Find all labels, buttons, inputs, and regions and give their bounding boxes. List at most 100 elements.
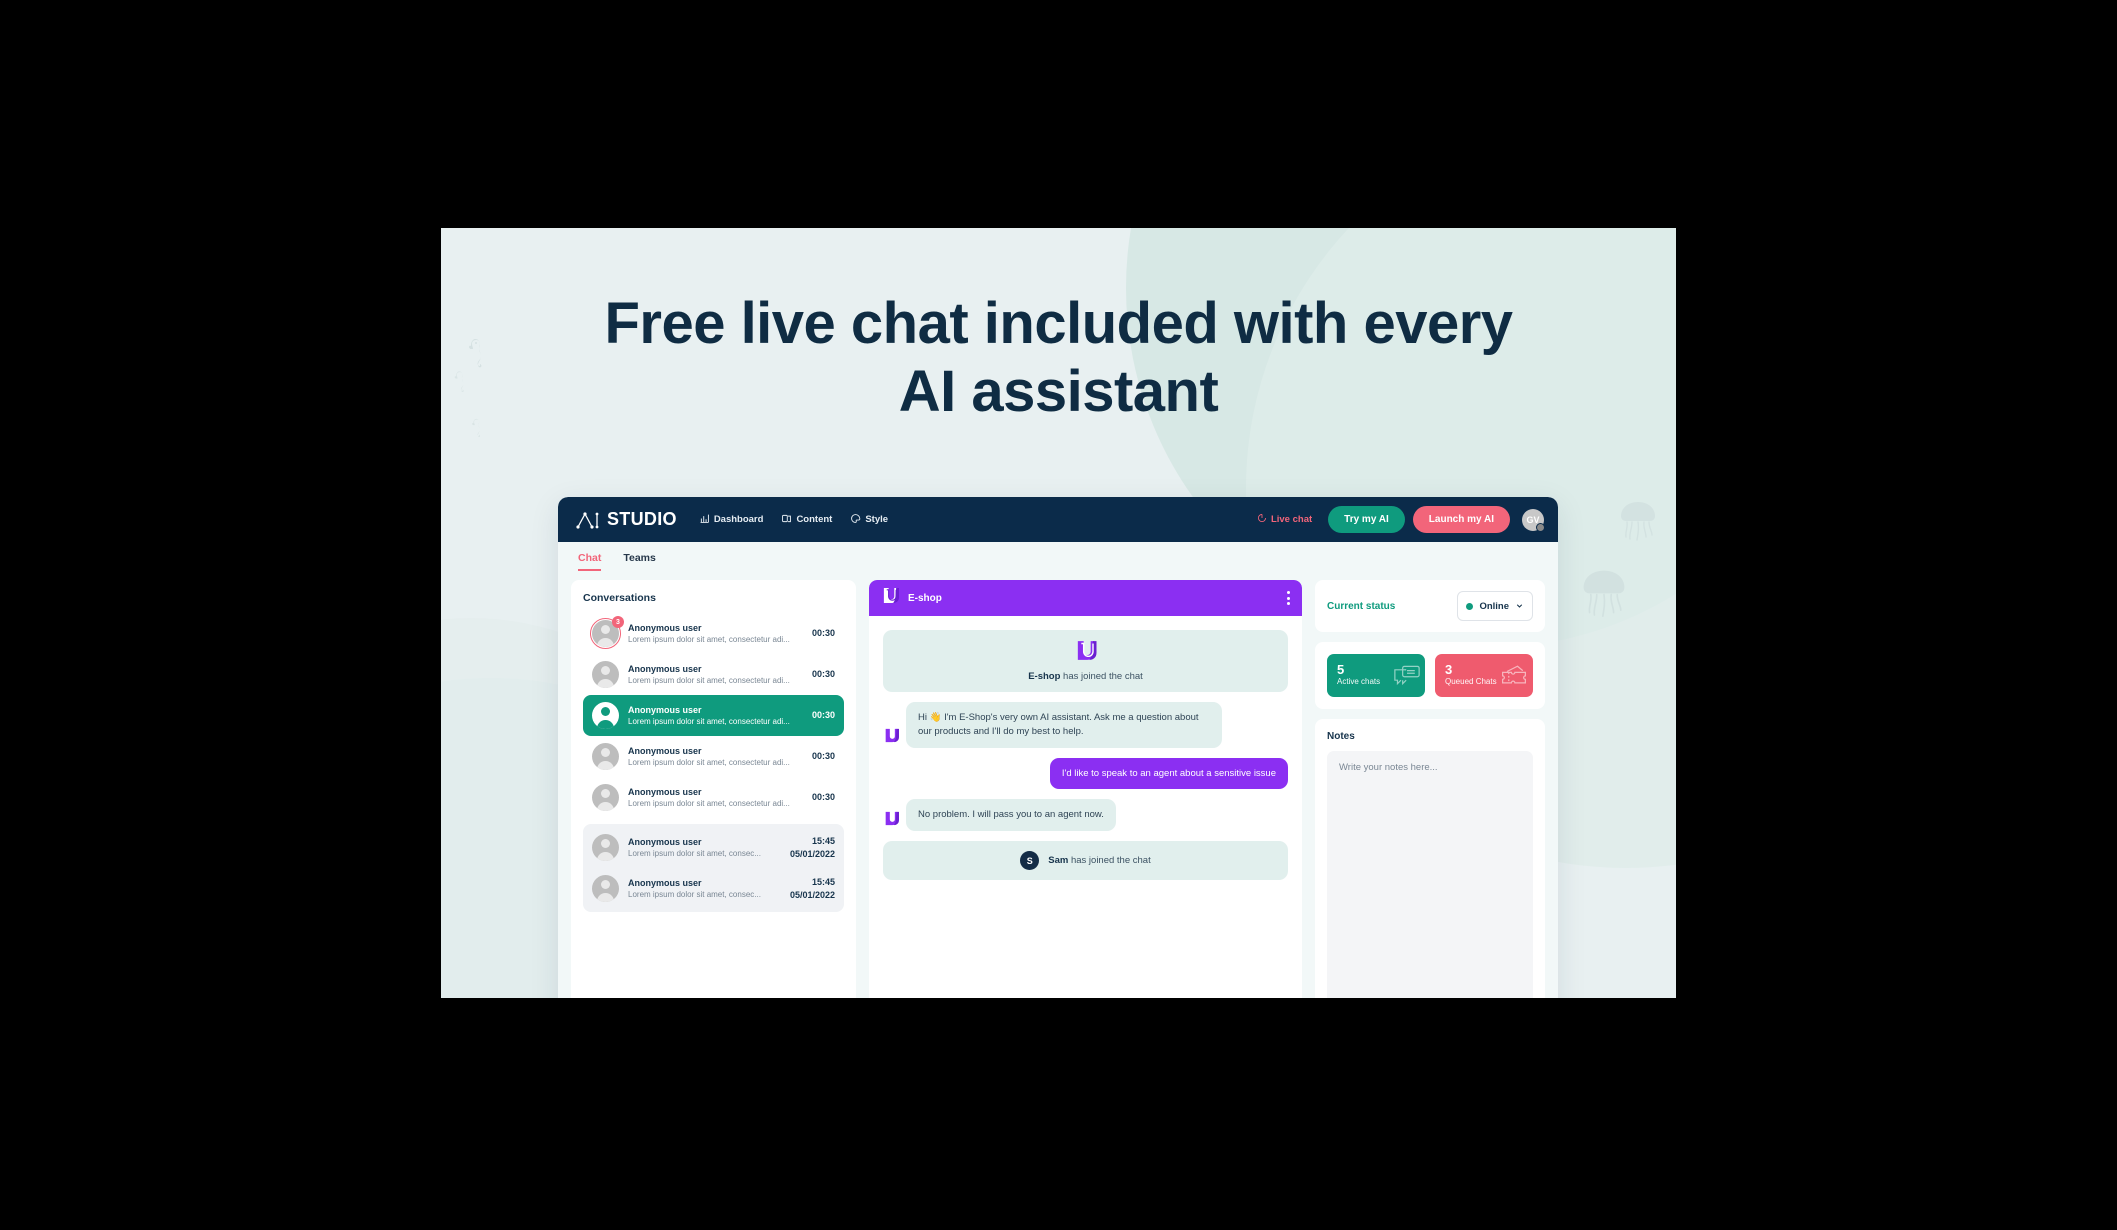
avatar-wrapper xyxy=(592,834,619,861)
content-icon xyxy=(781,513,792,527)
system-message-actor: E-shop xyxy=(1028,671,1061,682)
conversation-name: Anonymous user xyxy=(628,663,702,674)
app-window: STUDIO Dashboard Content Style Live chat… xyxy=(558,497,1558,998)
system-message-text: has joined the chat xyxy=(1060,671,1143,682)
list-item[interactable]: Anonymous user Lorem ipsum dolor sit ame… xyxy=(583,777,844,818)
conversation-name: Anonymous user xyxy=(628,745,702,756)
list-item-text: Anonymous user Lorem ipsum dolor sit ame… xyxy=(628,836,781,860)
avatar xyxy=(592,661,619,688)
tickets-icon xyxy=(1500,665,1528,690)
stat-active-chats[interactable]: 5 Active chats xyxy=(1327,654,1425,697)
conversation-time: 00:30 xyxy=(811,710,835,721)
conversations-panel: Conversations 3 Anonymous user Lorem ips… xyxy=(571,580,856,998)
jellyfish-icon xyxy=(1580,568,1628,626)
message-list: E-shop has joined the chat Hi 👋 I'm E-Sh… xyxy=(869,616,1302,998)
tab-bar: Chat Teams xyxy=(558,542,1558,571)
avatar[interactable]: GV xyxy=(1522,508,1545,532)
message-row-incoming: No problem. I will pass you to an agent … xyxy=(883,799,1288,832)
launch-my-ai-button[interactable]: Launch my AI xyxy=(1412,506,1510,533)
chat-header-title: E-shop xyxy=(908,592,942,604)
status-dot-icon xyxy=(1466,602,1474,610)
eshop-avatar-icon xyxy=(883,728,900,748)
eshop-logo-icon xyxy=(881,587,900,609)
try-my-ai-button[interactable]: Try my AI xyxy=(1328,506,1405,533)
archived-conversations-group: Anonymous user Lorem ipsum dolor sit ame… xyxy=(583,824,844,912)
avatar-wrapper xyxy=(592,875,619,902)
app-logo[interactable]: STUDIO xyxy=(576,509,677,530)
list-item-text: Anonymous user Lorem ipsum dolor sit ame… xyxy=(628,786,803,810)
current-status-label: Current status xyxy=(1327,600,1396,612)
current-status-panel: Current status Online xyxy=(1315,580,1545,632)
headline-line-2: AI assistant xyxy=(898,358,1219,424)
kebab-menu-icon[interactable] xyxy=(1287,591,1290,605)
avatar xyxy=(592,875,619,902)
conversation-name: Anonymous user xyxy=(628,877,702,888)
status-value: Online xyxy=(1479,600,1509,612)
list-item[interactable]: 3 Anonymous user Lorem ipsum dolor sit a… xyxy=(583,613,844,654)
message-row-incoming: Hi 👋 I'm E-Shop's very own AI assistant.… xyxy=(883,702,1288,748)
avatar xyxy=(592,784,619,811)
list-item-selected[interactable]: Anonymous user Lorem ipsum dolor sit ame… xyxy=(583,695,844,736)
avatar xyxy=(592,702,619,729)
right-sidebar: Current status Online 5 Active chats 3 Q… xyxy=(1315,580,1545,998)
conversation-preview: Lorem ipsum dolor sit amet, consec... xyxy=(628,849,761,859)
list-item[interactable]: Anonymous user Lorem ipsum dolor sit ame… xyxy=(583,827,844,868)
avatar-wrapper xyxy=(592,661,619,688)
stats-panel: 5 Active chats 3 Queued Chats xyxy=(1315,642,1545,709)
notes-title: Notes xyxy=(1327,730,1355,742)
nav-link-content[interactable]: Content xyxy=(781,513,832,527)
avatar-wrapper xyxy=(592,702,619,729)
chevron-down-icon xyxy=(1515,597,1524,615)
avatar-wrapper xyxy=(592,784,619,811)
list-item[interactable]: Anonymous user Lorem ipsum dolor sit ame… xyxy=(583,868,844,909)
list-item-text: Anonymous user Lorem ipsum dolor sit ame… xyxy=(628,877,781,901)
message-bubble: Hi 👋 I'm E-Shop's very own AI assistant.… xyxy=(906,702,1222,748)
tab-chat[interactable]: Chat xyxy=(578,552,602,571)
top-navigation-bar: STUDIO Dashboard Content Style Live chat… xyxy=(558,497,1558,542)
dashboard-icon xyxy=(699,513,710,527)
eshop-avatar-icon xyxy=(883,811,900,831)
status-dropdown[interactable]: Online xyxy=(1457,591,1533,621)
list-item-text: Anonymous user Lorem ipsum dolor sit ame… xyxy=(628,622,803,646)
conversation-time: 15:45 xyxy=(811,836,835,847)
eshop-logo-icon xyxy=(897,640,1274,664)
list-item[interactable]: Anonymous user Lorem ipsum dolor sit ame… xyxy=(583,736,844,777)
nav-link-dashboard-label: Dashboard xyxy=(713,514,764,525)
conversation-name: Anonymous user xyxy=(628,786,702,797)
conversation-preview: Lorem ipsum dolor sit amet, consectetur … xyxy=(628,799,790,809)
nav-link-style[interactable]: Style xyxy=(850,513,888,527)
system-message-content: Sam has joined the chat xyxy=(1048,855,1150,866)
live-chat-link[interactable]: Live chat xyxy=(1257,513,1312,526)
system-message-text: has joined the chat xyxy=(1068,855,1151,867)
list-item[interactable]: Anonymous user Lorem ipsum dolor sit ame… xyxy=(583,654,844,695)
avatar xyxy=(592,834,619,861)
page-title: Free live chat included with every AI as… xyxy=(441,290,1676,426)
conversation-time: 15:45 xyxy=(811,877,835,888)
conversation-date: 05/01/2022 xyxy=(789,889,835,900)
unread-badge: 3 xyxy=(612,616,624,628)
live-chat-icon xyxy=(1257,513,1267,526)
list-item-text: Anonymous user Lorem ipsum dolor sit ame… xyxy=(628,704,803,728)
message-row-outgoing: I'd like to speak to an agent about a se… xyxy=(883,757,1288,790)
app-body: Conversations 3 Anonymous user Lorem ips… xyxy=(558,571,1558,998)
avatar-wrapper: 3 xyxy=(589,616,624,650)
chat-bubbles-icon xyxy=(1394,665,1420,690)
list-item-text: Anonymous user Lorem ipsum dolor sit ame… xyxy=(628,663,803,687)
live-chat-label: Live chat xyxy=(1270,514,1313,525)
conversation-name: Anonymous user xyxy=(628,622,702,633)
message-bubble: I'd like to speak to an agent about a se… xyxy=(1049,757,1288,790)
conversations-title: Conversations xyxy=(583,592,656,604)
conversation-time: 00:30 xyxy=(811,792,835,803)
avatar xyxy=(592,743,619,770)
system-message-joined: E-shop has joined the chat xyxy=(883,630,1288,692)
stat-queued-chats[interactable]: 3 Queued Chats xyxy=(1435,654,1533,697)
conversation-timestamp: 15:45 05/01/2022 xyxy=(790,835,835,859)
nav-link-dashboard[interactable]: Dashboard xyxy=(699,513,764,527)
system-message-agent-joined: S Sam has joined the chat xyxy=(883,841,1288,881)
agent-avatar: S xyxy=(1020,851,1040,871)
notes-input[interactable]: Write your notes here... xyxy=(1327,750,1533,998)
conversation-date: 05/01/2022 xyxy=(789,848,835,859)
tab-teams[interactable]: Teams xyxy=(623,552,656,571)
conversation-time: 00:30 xyxy=(811,751,835,762)
conversation-preview: Lorem ipsum dolor sit amet, consec... xyxy=(628,890,761,900)
